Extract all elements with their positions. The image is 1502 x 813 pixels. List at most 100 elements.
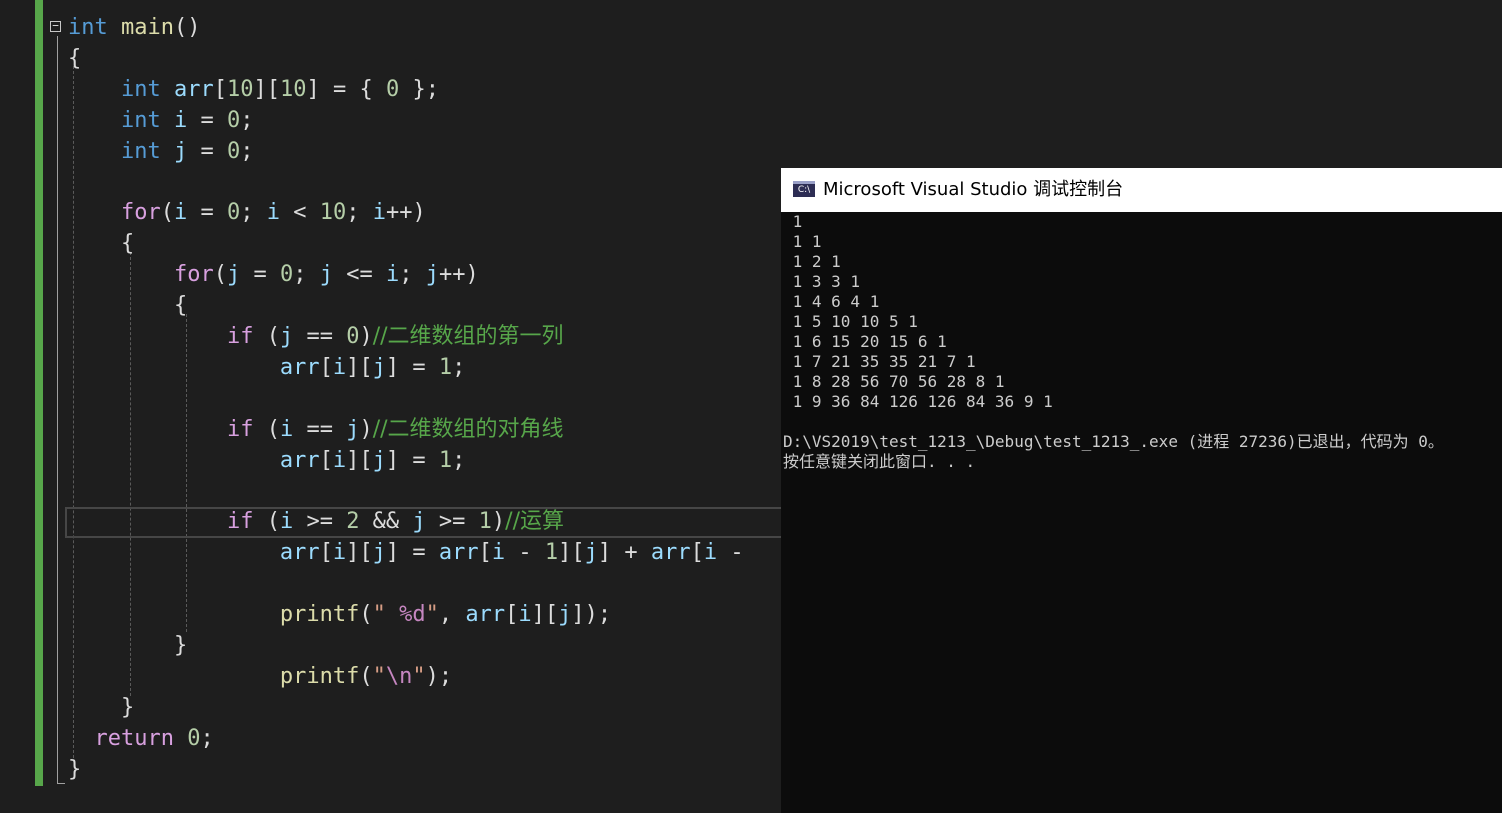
identifier: j	[346, 416, 360, 442]
keyword: int	[120, 76, 161, 102]
punctuation: }	[68, 756, 82, 782]
code-line[interactable]: if (i == j)//二维数组的对角线	[68, 414, 564, 445]
console-title-bar[interactable]: C:\ Microsoft Visual Studio 调试控制台	[781, 168, 1502, 212]
code-line[interactable]: int j = 0;	[68, 136, 254, 167]
control-keyword: if	[226, 416, 254, 442]
punctuation: (	[253, 416, 280, 442]
punctuation	[68, 417, 227, 442]
code-line[interactable]: for(i = 0; i < 10; i++)	[68, 197, 426, 228]
console-output-line: 1 7 21 35 35 21 7 1	[783, 352, 976, 371]
number-literal: 0	[279, 262, 294, 288]
string-literal: "	[372, 663, 386, 689]
punctuation: (	[213, 262, 227, 288]
punctuation: ;	[200, 725, 214, 751]
punctuation	[108, 15, 121, 40]
outline-bracket	[57, 36, 58, 784]
code-line[interactable]: int i = 0;	[68, 105, 254, 136]
identifier: arr	[173, 76, 214, 102]
code-line[interactable]: {	[68, 43, 81, 74]
punctuation: -	[505, 540, 545, 566]
punctuation: =	[240, 262, 280, 288]
debug-console-window[interactable]: C:\ Microsoft Visual Studio 调试控制台 1 1 1 …	[781, 168, 1502, 813]
code-line[interactable]: }	[68, 630, 187, 661]
number-literal: 0	[226, 107, 241, 133]
function-name: main	[121, 15, 174, 40]
identifier: arr	[650, 540, 691, 566]
punctuation: >=	[425, 509, 479, 535]
code-line[interactable]: }	[68, 692, 134, 723]
punctuation	[68, 448, 280, 473]
code-comment: //二维数组的第一列	[372, 324, 564, 349]
console-output-line: 1 4 6 4 1	[783, 292, 880, 311]
number-literal: 1	[438, 447, 453, 473]
code-line[interactable]: int main()	[68, 12, 200, 43]
code-comment: //运算	[505, 509, 564, 535]
identifier: i	[703, 540, 718, 566]
code-line[interactable]: return 0;	[68, 723, 214, 754]
punctuation: ] =	[385, 540, 439, 566]
number-literal: 0	[187, 725, 201, 751]
identifier: i	[518, 602, 532, 628]
change-tracking-bar	[35, 0, 43, 786]
console-output-line: 1 1	[783, 232, 822, 251]
code-line[interactable]: arr[i][j] = 1;	[68, 352, 465, 383]
identifier: i	[385, 262, 400, 288]
identifier: j	[279, 324, 294, 349]
identifier: j	[372, 354, 386, 380]
code-line[interactable]: printf("\n");	[68, 661, 452, 692]
number-literal: 0	[226, 200, 241, 226]
punctuation: ;	[240, 200, 267, 226]
punctuation	[174, 726, 187, 751]
format-specifier: \n	[385, 663, 413, 689]
identifier: i	[332, 354, 347, 380]
identifier: arr	[465, 602, 506, 628]
console-output-line: 1 9 36 84 126 126 84 36 9 1	[783, 392, 1053, 411]
number-literal: 1	[438, 354, 453, 380]
code-line[interactable]: printf(" %d", arr[i][j]);	[68, 599, 611, 630]
identifier: i	[266, 200, 280, 226]
punctuation: }	[68, 694, 135, 720]
punctuation	[68, 200, 121, 225]
code-line[interactable]: arr[i][j] = 1;	[68, 445, 465, 476]
code-line[interactable]: int arr[10][10] = { 0 };	[68, 74, 439, 105]
console-output-line: D:\VS2019\test_1213_\Debug\test_1213_.ex…	[783, 432, 1444, 451]
code-line[interactable]: for(j = 0; j <= i; j++)	[68, 259, 479, 290]
code-line[interactable]: if (j == 0)//二维数组的第一列	[68, 321, 564, 352]
punctuation: (	[359, 602, 373, 628]
format-specifier: %d	[399, 602, 426, 628]
punctuation: {	[68, 45, 82, 71]
punctuation: (	[359, 663, 373, 689]
code-line[interactable]: arr[i][j] = arr[i - 1][j] + arr[i -	[68, 537, 744, 568]
control-keyword: for	[120, 200, 161, 226]
punctuation	[68, 139, 121, 164]
punctuation: ][	[558, 540, 585, 566]
punctuation	[68, 324, 227, 349]
punctuation: ==	[293, 324, 347, 349]
number-literal: 10	[319, 200, 347, 226]
code-line[interactable]: if (i >= 2 && j >= 1)//运算	[68, 506, 564, 537]
punctuation	[68, 509, 227, 534]
punctuation: ;	[240, 107, 254, 133]
punctuation: ] +	[597, 540, 651, 566]
punctuation	[161, 77, 174, 102]
punctuation: {	[68, 231, 135, 257]
identifier: j	[425, 262, 439, 288]
identifier: arr	[438, 540, 479, 566]
control-keyword: if	[226, 509, 254, 535]
identifier: j	[584, 540, 598, 566]
identifier: i	[173, 200, 188, 226]
identifier: j	[558, 602, 572, 628]
code-line[interactable]: }	[68, 754, 81, 785]
punctuation: ;	[346, 200, 373, 226]
number-literal: 0	[385, 76, 400, 102]
console-app-icon: C:\	[793, 181, 815, 197]
collapse-toggle-icon[interactable]: −	[50, 20, 61, 32]
console-output-line: 1	[783, 212, 803, 231]
string-literal: "	[372, 602, 400, 628]
code-line[interactable]: {	[68, 228, 134, 259]
identifier: j	[319, 262, 333, 288]
identifier: j	[226, 262, 241, 288]
punctuation: ][	[253, 76, 280, 102]
number-literal: 1	[478, 509, 492, 535]
code-line[interactable]: {	[68, 290, 187, 321]
